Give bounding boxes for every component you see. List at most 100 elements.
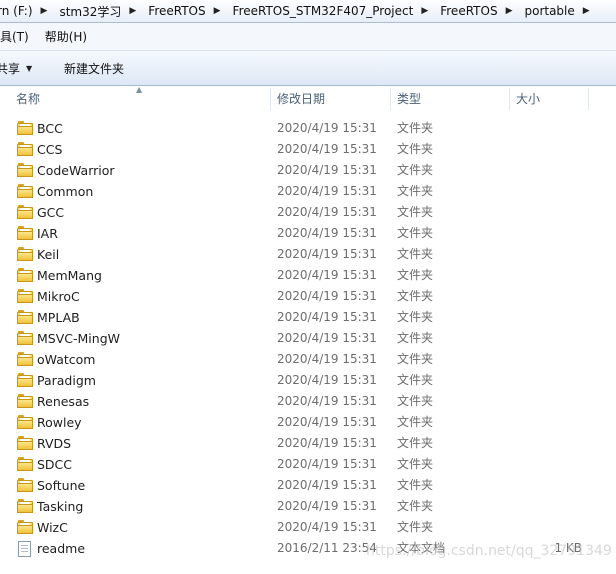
breadcrumb-chevron-icon[interactable]: ▶	[502, 6, 519, 16]
file-name: CodeWarrior	[37, 163, 115, 178]
file-type: 文件夹	[397, 373, 434, 387]
file-name: readme	[37, 541, 86, 556]
share-label: 共享	[0, 62, 21, 76]
file-row[interactable]: Keil 2020/4/19 15:31 文件夹	[0, 244, 616, 265]
menu-tools[interactable]: 具(T)	[0, 28, 37, 45]
file-date: 2020/4/19 15:31	[277, 499, 377, 513]
file-date: 2020/4/19 15:31	[277, 184, 377, 198]
file-name: SDCC	[37, 457, 73, 472]
file-type: 文件夹	[397, 121, 434, 135]
column-divider[interactable]	[509, 88, 510, 110]
folder-icon	[17, 163, 33, 177]
file-name: CCS	[37, 142, 63, 157]
file-type: 文件夹	[397, 184, 434, 198]
file-row[interactable]: GCC 2020/4/19 15:31 文件夹	[0, 202, 616, 223]
file-date: 2020/4/19 15:31	[277, 205, 377, 219]
file-row[interactable]: Tasking 2020/4/19 15:31 文件夹	[0, 496, 616, 517]
folder-icon	[17, 184, 33, 198]
file-row[interactable]: Renesas 2020/4/19 15:31 文件夹	[0, 391, 616, 412]
file-name: Common	[37, 184, 94, 199]
menu-help[interactable]: 帮助(H)	[37, 28, 95, 45]
column-header: ▲ 名称 修改日期 类型 大小	[0, 85, 616, 112]
column-divider[interactable]	[390, 88, 391, 110]
column-divider[interactable]	[270, 88, 271, 110]
file-row[interactable]: MikroC 2020/4/19 15:31 文件夹	[0, 286, 616, 307]
folder-icon	[17, 394, 33, 408]
sort-ascending-icon: ▲	[136, 85, 143, 94]
watermark: https://blog.csdn.net/qq_32791349	[366, 543, 612, 559]
file-type: 文件夹	[397, 142, 434, 156]
file-type: 文件夹	[397, 163, 434, 177]
file-row[interactable]: Common 2020/4/19 15:31 文件夹	[0, 181, 616, 202]
file-row[interactable]: Softune 2020/4/19 15:31 文件夹	[0, 475, 616, 496]
address-bar[interactable]: rn (F:) ▶ stm32学习 ▶ FreeRTOS ▶ FreeRTOS_…	[0, 0, 616, 23]
file-type: 文件夹	[397, 436, 434, 450]
file-row[interactable]: Rowley 2020/4/19 15:31 文件夹	[0, 412, 616, 433]
column-type[interactable]: 类型	[397, 86, 421, 112]
file-row[interactable]: BCC 2020/4/19 15:31 文件夹	[0, 118, 616, 139]
file-name: MikroC	[37, 289, 80, 304]
file-date: 2020/4/19 15:31	[277, 247, 377, 261]
column-name[interactable]: 名称	[16, 86, 40, 112]
file-row[interactable]: CodeWarrior 2020/4/19 15:31 文件夹	[0, 160, 616, 181]
file-name: MSVC-MingW	[37, 331, 120, 346]
breadcrumb-chevron-icon[interactable]: ▶	[37, 6, 54, 16]
file-type: 文件夹	[397, 331, 434, 345]
folder-icon	[17, 247, 33, 261]
column-divider[interactable]	[588, 88, 589, 110]
breadcrumb-freertos-sub[interactable]: FreeRTOS	[434, 4, 501, 18]
column-size[interactable]: 大小	[516, 86, 540, 112]
breadcrumb-chevron-icon[interactable]: ▶	[210, 6, 227, 16]
breadcrumb-chevron-icon[interactable]: ▶	[125, 6, 142, 16]
file-name: Softune	[37, 478, 86, 493]
folder-icon	[17, 226, 33, 240]
breadcrumb-chevron-icon[interactable]: ▶	[579, 6, 596, 16]
breadcrumb-portable[interactable]: portable	[518, 4, 578, 18]
file-row[interactable]: MemMang 2020/4/19 15:31 文件夹	[0, 265, 616, 286]
share-button[interactable]: 共享 ▼	[0, 60, 32, 77]
breadcrumb-freertos[interactable]: FreeRTOS	[142, 4, 209, 18]
folder-icon	[17, 289, 33, 303]
file-name: IAR	[37, 226, 58, 241]
file-type: 文件夹	[397, 478, 434, 492]
breadcrumb-project[interactable]: FreeRTOS_STM32F407_Project	[227, 4, 418, 18]
file-name: Tasking	[37, 499, 84, 514]
folder-icon	[17, 499, 33, 513]
file-row[interactable]: MPLAB 2020/4/19 15:31 文件夹	[0, 307, 616, 328]
file-date: 2020/4/19 15:31	[277, 226, 377, 240]
column-date[interactable]: 修改日期	[277, 86, 325, 112]
file-date: 2020/4/19 15:31	[277, 520, 377, 534]
new-folder-button[interactable]: 新建文件夹	[64, 60, 124, 77]
text-file-icon	[17, 541, 33, 557]
file-row[interactable]: Paradigm 2020/4/19 15:31 文件夹	[0, 370, 616, 391]
file-name: BCC	[37, 121, 63, 136]
folder-icon	[17, 436, 33, 450]
menu-bar: 具(T) 帮助(H)	[0, 23, 616, 51]
file-date: 2020/4/19 15:31	[277, 478, 377, 492]
file-name: WizC	[37, 520, 68, 535]
file-date: 2020/4/19 15:31	[277, 415, 377, 429]
file-row[interactable]: CCS 2020/4/19 15:31 文件夹	[0, 139, 616, 160]
folder-icon	[17, 268, 33, 282]
breadcrumb-stm32[interactable]: stm32学习	[53, 3, 125, 20]
file-name: oWatcom	[37, 352, 96, 367]
file-date: 2020/4/19 15:31	[277, 163, 377, 177]
file-type: 文件夹	[397, 268, 434, 282]
breadcrumb-drive[interactable]: rn (F:)	[0, 4, 37, 18]
file-row[interactable]: MSVC-MingW 2020/4/19 15:31 文件夹	[0, 328, 616, 349]
file-type: 文件夹	[397, 247, 434, 261]
file-date: 2020/4/19 15:31	[277, 394, 377, 408]
folder-icon	[17, 373, 33, 387]
file-row[interactable]: IAR 2020/4/19 15:31 文件夹	[0, 223, 616, 244]
file-row[interactable]: SDCC 2020/4/19 15:31 文件夹	[0, 454, 616, 475]
file-name: RVDS	[37, 436, 72, 451]
file-type: 文件夹	[397, 205, 434, 219]
file-row[interactable]: WizC 2020/4/19 15:31 文件夹	[0, 517, 616, 538]
file-row[interactable]: RVDS 2020/4/19 15:31 文件夹	[0, 433, 616, 454]
new-folder-label: 新建文件夹	[64, 62, 125, 76]
file-row[interactable]: oWatcom 2020/4/19 15:31 文件夹	[0, 349, 616, 370]
breadcrumb-chevron-icon[interactable]: ▶	[417, 6, 434, 16]
file-date: 2020/4/19 15:31	[277, 289, 377, 303]
file-type: 文件夹	[397, 520, 434, 534]
file-type: 文件夹	[397, 415, 434, 429]
